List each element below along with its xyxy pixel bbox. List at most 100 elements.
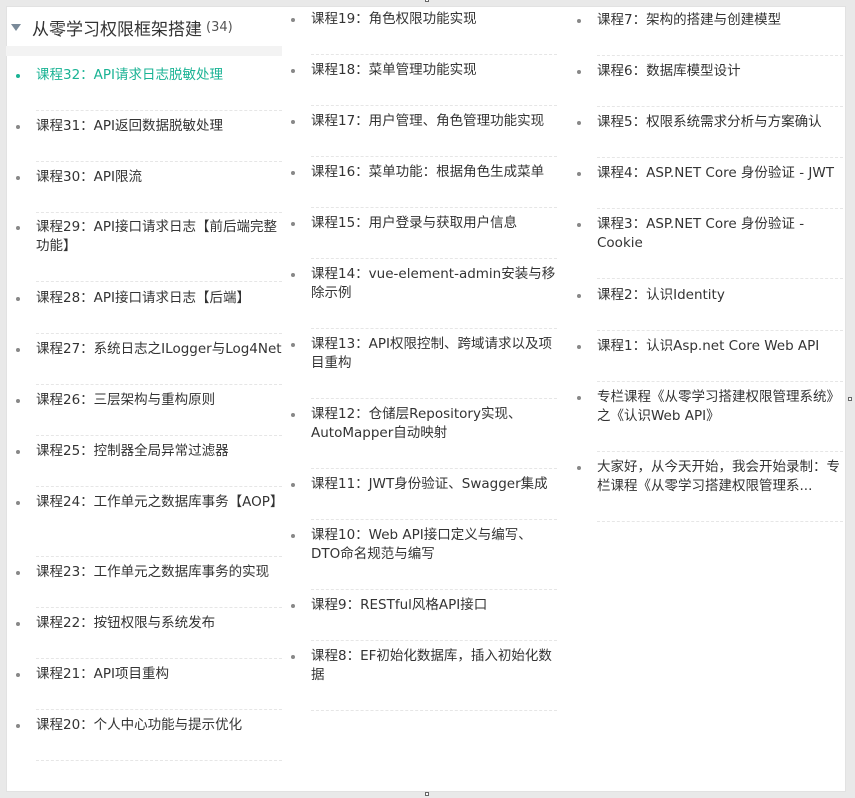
resize-handle-top[interactable] — [425, 0, 429, 2]
course-item-label: 课程21：API项目重构 — [36, 666, 170, 682]
bullet-icon — [291, 343, 295, 347]
resize-handle-bottom[interactable] — [425, 792, 429, 796]
course-item[interactable]: 课程12：仓储层Repository实现、AutoMapper自动映射 — [291, 405, 557, 469]
bullet-icon — [291, 171, 295, 175]
bullet-icon — [16, 501, 20, 505]
course-item-label: 课程17：用户管理、角色管理功能实现 — [311, 113, 545, 129]
course-item[interactable]: 课程2：认识Identity — [577, 286, 843, 331]
bullet-icon — [16, 399, 20, 403]
course-item-label: 课程8：EF初始化数据库，插入初始化数据 — [311, 648, 552, 683]
course-item-label: 课程22：按钮权限与系统发布 — [36, 615, 216, 631]
course-item[interactable]: 课程10：Web API接口定义与编写、DTO命名规范与编写 — [291, 526, 557, 590]
course-item-label: 课程19：角色权限功能实现 — [311, 11, 477, 27]
course-item[interactable]: 课程17：用户管理、角色管理功能实现 — [291, 112, 557, 157]
course-item[interactable]: 课程29：API接口请求日志【前后端完整功能】 — [16, 218, 282, 282]
course-item[interactable]: 课程20：个人中心功能与提示优化 — [16, 716, 282, 761]
collapse-caret-icon[interactable] — [11, 23, 21, 31]
course-item[interactable]: 专栏课程《从零学习搭建权限管理系统》之《认识Web API》 — [577, 388, 843, 452]
course-item-label: 课程18：菜单管理功能实现 — [311, 62, 477, 78]
course-item-label: 课程32：API请求日志脱敏处理 — [36, 67, 224, 83]
course-item[interactable]: 课程24：工作单元之数据库事务【AOP】 — [16, 493, 284, 557]
course-item-label: 课程7：架构的搭建与创建模型 — [597, 12, 782, 28]
course-item-label: 课程15：用户登录与获取用户信息 — [311, 215, 518, 231]
series-title: 从零学习权限框架搭建 — [32, 19, 202, 40]
course-item[interactable]: 课程27：系统日志之ILogger与Log4Net — [16, 340, 282, 385]
course-item[interactable]: 课程16：菜单功能：根据角色生成菜单 — [291, 163, 557, 208]
course-item[interactable]: 课程18：菜单管理功能实现 — [291, 61, 557, 106]
bullet-icon — [577, 396, 581, 400]
course-item-label: 课程1：认识Asp.net Core Web API — [597, 338, 820, 354]
course-item-label: 课程13：API权限控制、跨域请求以及项目重构 — [311, 336, 553, 371]
bullet-icon — [577, 345, 581, 349]
course-item-label: 课程4：ASP.NET Core 身份验证 - JWT — [597, 165, 834, 181]
course-item-label: 课程14：vue-element-admin安装与移除示例 — [311, 266, 556, 301]
bullet-icon — [291, 483, 295, 487]
bullet-icon — [16, 226, 20, 230]
bullet-icon — [577, 223, 581, 227]
course-item-label: 课程27：系统日志之ILogger与Log4Net — [36, 341, 282, 357]
course-item[interactable]: 课程31：API返回数据脱敏处理 — [16, 117, 282, 162]
course-item[interactable]: 课程32：API请求日志脱敏处理 — [16, 66, 282, 111]
course-item-label: 大家好，从今天开始，我会开始录制：专栏课程《从零学习搭建权限管理系... — [597, 459, 840, 494]
course-item-label: 课程5：权限系统需求分析与方案确认 — [597, 114, 822, 130]
course-item[interactable]: 课程14：vue-element-admin安装与移除示例 — [291, 265, 557, 329]
course-item-label: 课程24：工作单元之数据库事务【AOP】 — [36, 494, 284, 510]
course-item[interactable]: 课程11：JWT身份验证、Swagger集成 — [291, 475, 557, 520]
bullet-icon — [291, 604, 295, 608]
course-item-label: 课程2：认识Identity — [597, 287, 725, 303]
bullet-icon — [291, 120, 295, 124]
course-item[interactable]: 课程21：API项目重构 — [16, 665, 282, 710]
course-item-label: 课程28：API接口请求日志【后端】 — [36, 290, 251, 306]
course-item-label: 课程29：API接口请求日志【前后端完整功能】 — [36, 219, 278, 254]
bullet-icon — [577, 19, 581, 23]
course-item-label: 课程16：菜单功能：根据角色生成菜单 — [311, 164, 545, 180]
course-item-label: 课程26：三层架构与重构原则 — [36, 392, 216, 408]
course-item[interactable]: 课程30：API限流 — [16, 168, 282, 213]
course-item-label: 课程11：JWT身份验证、Swagger集成 — [311, 476, 548, 492]
course-item[interactable]: 课程13：API权限控制、跨域请求以及项目重构 — [291, 335, 557, 399]
course-item[interactable]: 课程28：API接口请求日志【后端】 — [16, 289, 282, 334]
course-item[interactable]: 课程1：认识Asp.net Core Web API — [577, 337, 843, 382]
course-item-label: 课程30：API限流 — [36, 169, 143, 185]
course-item[interactable]: 课程8：EF初始化数据库，插入初始化数据 — [291, 647, 557, 711]
course-item[interactable]: 课程23：工作单元之数据库事务的实现 — [16, 563, 282, 608]
course-item[interactable]: 课程26：三层架构与重构原则 — [16, 391, 282, 436]
course-item-label: 课程20：个人中心功能与提示优化 — [36, 717, 243, 733]
bullet-icon — [16, 74, 20, 78]
course-item-label: 课程23：工作单元之数据库事务的实现 — [36, 564, 270, 580]
bullet-icon — [577, 294, 581, 298]
course-item-label: 课程9：RESTful风格API接口 — [311, 597, 488, 613]
bullet-icon — [291, 69, 295, 73]
course-item-label: 课程6：数据库模型设计 — [597, 63, 741, 79]
bullet-icon — [16, 673, 20, 677]
bullet-icon — [577, 70, 581, 74]
course-item[interactable]: 课程3：ASP.NET Core 身份验证 - Cookie — [577, 215, 843, 279]
course-item-label: 专栏课程《从零学习搭建权限管理系统》之《认识Web API》 — [597, 389, 840, 424]
course-item[interactable]: 课程19：角色权限功能实现 — [291, 10, 557, 55]
course-item-label: 课程12：仓储层Repository实现、AutoMapper自动映射 — [311, 406, 522, 441]
bullet-icon — [291, 655, 295, 659]
bullet-icon — [577, 466, 581, 470]
bullet-icon — [291, 18, 295, 22]
bullet-icon — [291, 534, 295, 538]
course-item[interactable]: 课程25：控制器全局异常过滤器 — [16, 442, 282, 487]
bullet-icon — [16, 622, 20, 626]
course-item[interactable]: 课程5：权限系统需求分析与方案确认 — [577, 113, 843, 158]
bullet-icon — [16, 571, 20, 575]
resize-handle-right[interactable] — [848, 397, 852, 401]
bullet-icon — [291, 413, 295, 417]
course-item[interactable]: 课程22：按钮权限与系统发布 — [16, 614, 282, 659]
course-item[interactable]: 课程15：用户登录与获取用户信息 — [291, 214, 557, 259]
course-item[interactable]: 课程9：RESTful风格API接口 — [291, 596, 557, 641]
bullet-icon — [577, 121, 581, 125]
bullet-icon — [16, 125, 20, 129]
header-divider — [6, 46, 282, 56]
course-item[interactable]: 课程6：数据库模型设计 — [577, 62, 843, 107]
bullet-icon — [577, 172, 581, 176]
course-item[interactable]: 课程7：架构的搭建与创建模型 — [577, 11, 843, 56]
series-header[interactable]: 从零学习权限框架搭建 (34) — [6, 8, 282, 46]
series-count: (34) — [206, 19, 233, 35]
bullet-icon — [291, 222, 295, 226]
course-item[interactable]: 大家好，从今天开始，我会开始录制：专栏课程《从零学习搭建权限管理系... — [577, 458, 843, 522]
course-item[interactable]: 课程4：ASP.NET Core 身份验证 - JWT — [577, 164, 843, 209]
